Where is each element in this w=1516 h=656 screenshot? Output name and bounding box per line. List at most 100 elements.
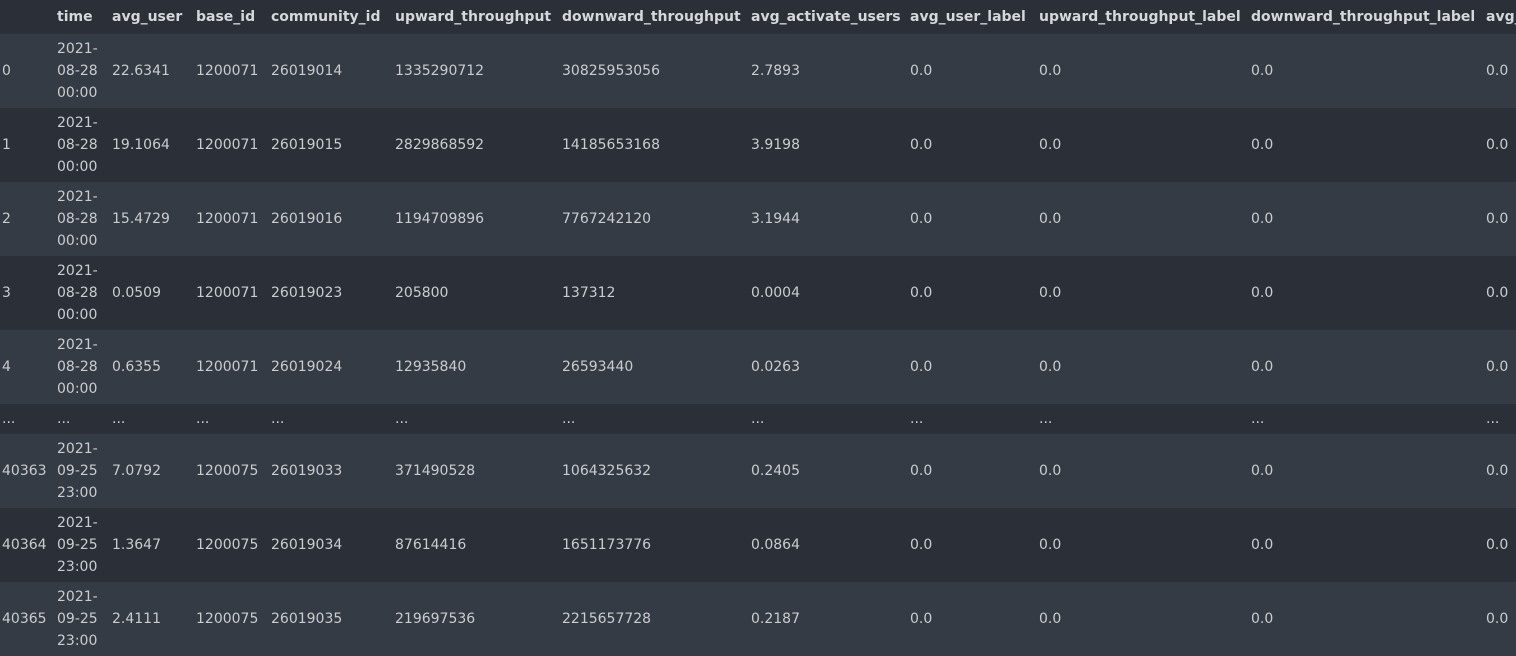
cell-downward-throughput-label: 0.0 — [1251, 611, 1274, 627]
cell-community-id: 26019034 — [271, 537, 343, 553]
cell-avg-user-label: ... — [910, 411, 924, 427]
header-upward-throughput: upward_throughput — [393, 0, 560, 34]
cell-avg-user-label: 0.0 — [910, 285, 933, 301]
header-community-id: community_id — [269, 0, 393, 34]
cell-avg-user: 22.6341 — [112, 63, 170, 79]
table-row: 4 2021- 08-28 00:00 0.6355 1200071 2601902… — [0, 330, 1516, 404]
cell-index: 2 — [2, 211, 11, 227]
cell-avg-user-label: 0.0 — [910, 537, 933, 553]
cell-upward-throughput: 2829868592 — [395, 137, 485, 153]
cell-avg-truncated: 0.0 — [1486, 63, 1509, 79]
cell-upward-throughput: 1194709896 — [395, 211, 485, 227]
cell-base-id: 1200075 — [196, 537, 259, 553]
cell-downward-throughput-label: 0.0 — [1251, 63, 1274, 79]
cell-time: 2021- 09-25 23:00 — [57, 441, 98, 501]
cell-time: 2021- 09-25 23:00 — [57, 589, 98, 649]
cell-upward-throughput-label: 0.0 — [1039, 359, 1062, 375]
header-downward-throughput: downward_throughput — [560, 0, 749, 34]
cell-avg-user: 0.0509 — [112, 285, 161, 301]
cell-avg-truncated: 0.0 — [1486, 137, 1509, 153]
cell-upward-throughput: 87614416 — [395, 537, 467, 553]
cell-avg-activate-users: 0.2405 — [751, 463, 800, 479]
cell-avg-user: 1.3647 — [112, 537, 161, 553]
table-row: 40364 2021- 09-25 23:00 1.3647 1200075 260… — [0, 508, 1516, 582]
table-row: 3 2021- 08-28 00:00 0.0509 1200071 2601902… — [0, 256, 1516, 330]
cell-avg-activate-users: 0.0864 — [751, 537, 800, 553]
cell-avg-truncated: 0.0 — [1486, 537, 1509, 553]
cell-upward-throughput-label: 0.0 — [1039, 611, 1062, 627]
cell-avg-user: 7.0792 — [112, 463, 161, 479]
header-avg-user: avg_user — [110, 0, 194, 34]
cell-base-id: 1200071 — [196, 63, 259, 79]
cell-downward-throughput-label: 0.0 — [1251, 537, 1274, 553]
cell-downward-throughput-label: 0.0 — [1251, 211, 1274, 227]
cell-index: 4 — [2, 359, 11, 375]
cell-time: ... — [57, 411, 71, 427]
cell-avg-user-label: 0.0 — [910, 63, 933, 79]
cell-avg-truncated: 0.0 — [1486, 211, 1509, 227]
cell-downward-throughput-label: ... — [1251, 411, 1265, 427]
cell-downward-throughput-label: 0.0 — [1251, 359, 1274, 375]
cell-downward-throughput-label: 0.0 — [1251, 137, 1274, 153]
cell-community-id: 26019024 — [271, 359, 343, 375]
cell-avg-activate-users: 2.7893 — [751, 63, 800, 79]
cell-community-id: 26019033 — [271, 463, 343, 479]
cell-upward-throughput: 205800 — [395, 285, 449, 301]
cell-base-id: 1200071 — [196, 285, 259, 301]
cell-community-id: 26019016 — [271, 211, 343, 227]
cell-upward-throughput: 12935840 — [395, 359, 467, 375]
cell-upward-throughput-label: 0.0 — [1039, 537, 1062, 553]
table-header: time avg_user base_id community_id upwar… — [0, 0, 1516, 34]
cell-time: 2021- 08-28 00:00 — [57, 189, 98, 249]
cell-avg-user-label: 0.0 — [910, 611, 933, 627]
cell-downward-throughput-label: 0.0 — [1251, 463, 1274, 479]
cell-index: 1 — [2, 137, 11, 153]
cell-index: 40363 — [2, 463, 47, 479]
cell-avg-truncated: 0.0 — [1486, 359, 1509, 375]
cell-downward-throughput: 137312 — [562, 285, 616, 301]
table-row: 40363 2021- 09-25 23:00 7.0792 1200075 260… — [0, 434, 1516, 508]
dataframe-table: time avg_user base_id community_id upwar… — [0, 0, 1516, 656]
cell-time: 2021- 08-28 00:00 — [57, 115, 98, 175]
cell-downward-throughput: 26593440 — [562, 359, 634, 375]
cell-avg-user: 0.6355 — [112, 359, 161, 375]
cell-avg-user-label: 0.0 — [910, 463, 933, 479]
cell-time: 2021- 09-25 23:00 — [57, 515, 98, 575]
header-avg-activate-users: avg_activate_users — [749, 0, 908, 34]
cell-avg-activate-users: ... — [751, 411, 765, 427]
cell-downward-throughput: 30825953056 — [562, 63, 660, 79]
cell-avg-user: 15.4729 — [112, 211, 170, 227]
cell-downward-throughput: ... — [562, 411, 576, 427]
cell-index: ... — [2, 411, 16, 427]
table-row: 2 2021- 08-28 00:00 15.4729 1200071 260190… — [0, 182, 1516, 256]
cell-base-id: 1200075 — [196, 611, 259, 627]
cell-avg-user: ... — [112, 411, 126, 427]
table-body: 0 2021- 08-28 00:00 22.6341 1200071 260190… — [0, 34, 1516, 656]
cell-upward-throughput-label: 0.0 — [1039, 285, 1062, 301]
cell-upward-throughput-label: 0.0 — [1039, 211, 1062, 227]
cell-time: 2021- 08-28 00:00 — [57, 263, 98, 323]
cell-community-id: 26019023 — [271, 285, 343, 301]
cell-index: 0 — [2, 63, 11, 79]
cell-avg-activate-users: 0.0263 — [751, 359, 800, 375]
cell-upward-throughput: 371490528 — [395, 463, 476, 479]
cell-avg-user: 2.4111 — [112, 611, 161, 627]
cell-upward-throughput: ... — [395, 411, 409, 427]
cell-avg-truncated: 0.0 — [1486, 463, 1509, 479]
cell-avg-activate-users: 3.9198 — [751, 137, 800, 153]
header-avg-truncated: avg_ — [1484, 0, 1516, 34]
cell-avg-truncated: ... — [1486, 411, 1500, 427]
cell-avg-activate-users: 3.1944 — [751, 211, 800, 227]
header-avg-user-label: avg_user_label — [908, 0, 1037, 34]
cell-base-id: 1200075 — [196, 463, 259, 479]
cell-community-id: 26019035 — [271, 611, 343, 627]
cell-downward-throughput: 14185653168 — [562, 137, 660, 153]
cell-avg-user-label: 0.0 — [910, 137, 933, 153]
cell-community-id: ... — [271, 411, 285, 427]
cell-avg-activate-users: 0.0004 — [751, 285, 800, 301]
table-row: 1 2021- 08-28 00:00 19.1064 1200071 260190… — [0, 108, 1516, 182]
table-row: 0 2021- 08-28 00:00 22.6341 1200071 260190… — [0, 34, 1516, 108]
cell-avg-user-label: 0.0 — [910, 359, 933, 375]
cell-downward-throughput: 2215657728 — [562, 611, 652, 627]
header-base-id: base_id — [194, 0, 269, 34]
